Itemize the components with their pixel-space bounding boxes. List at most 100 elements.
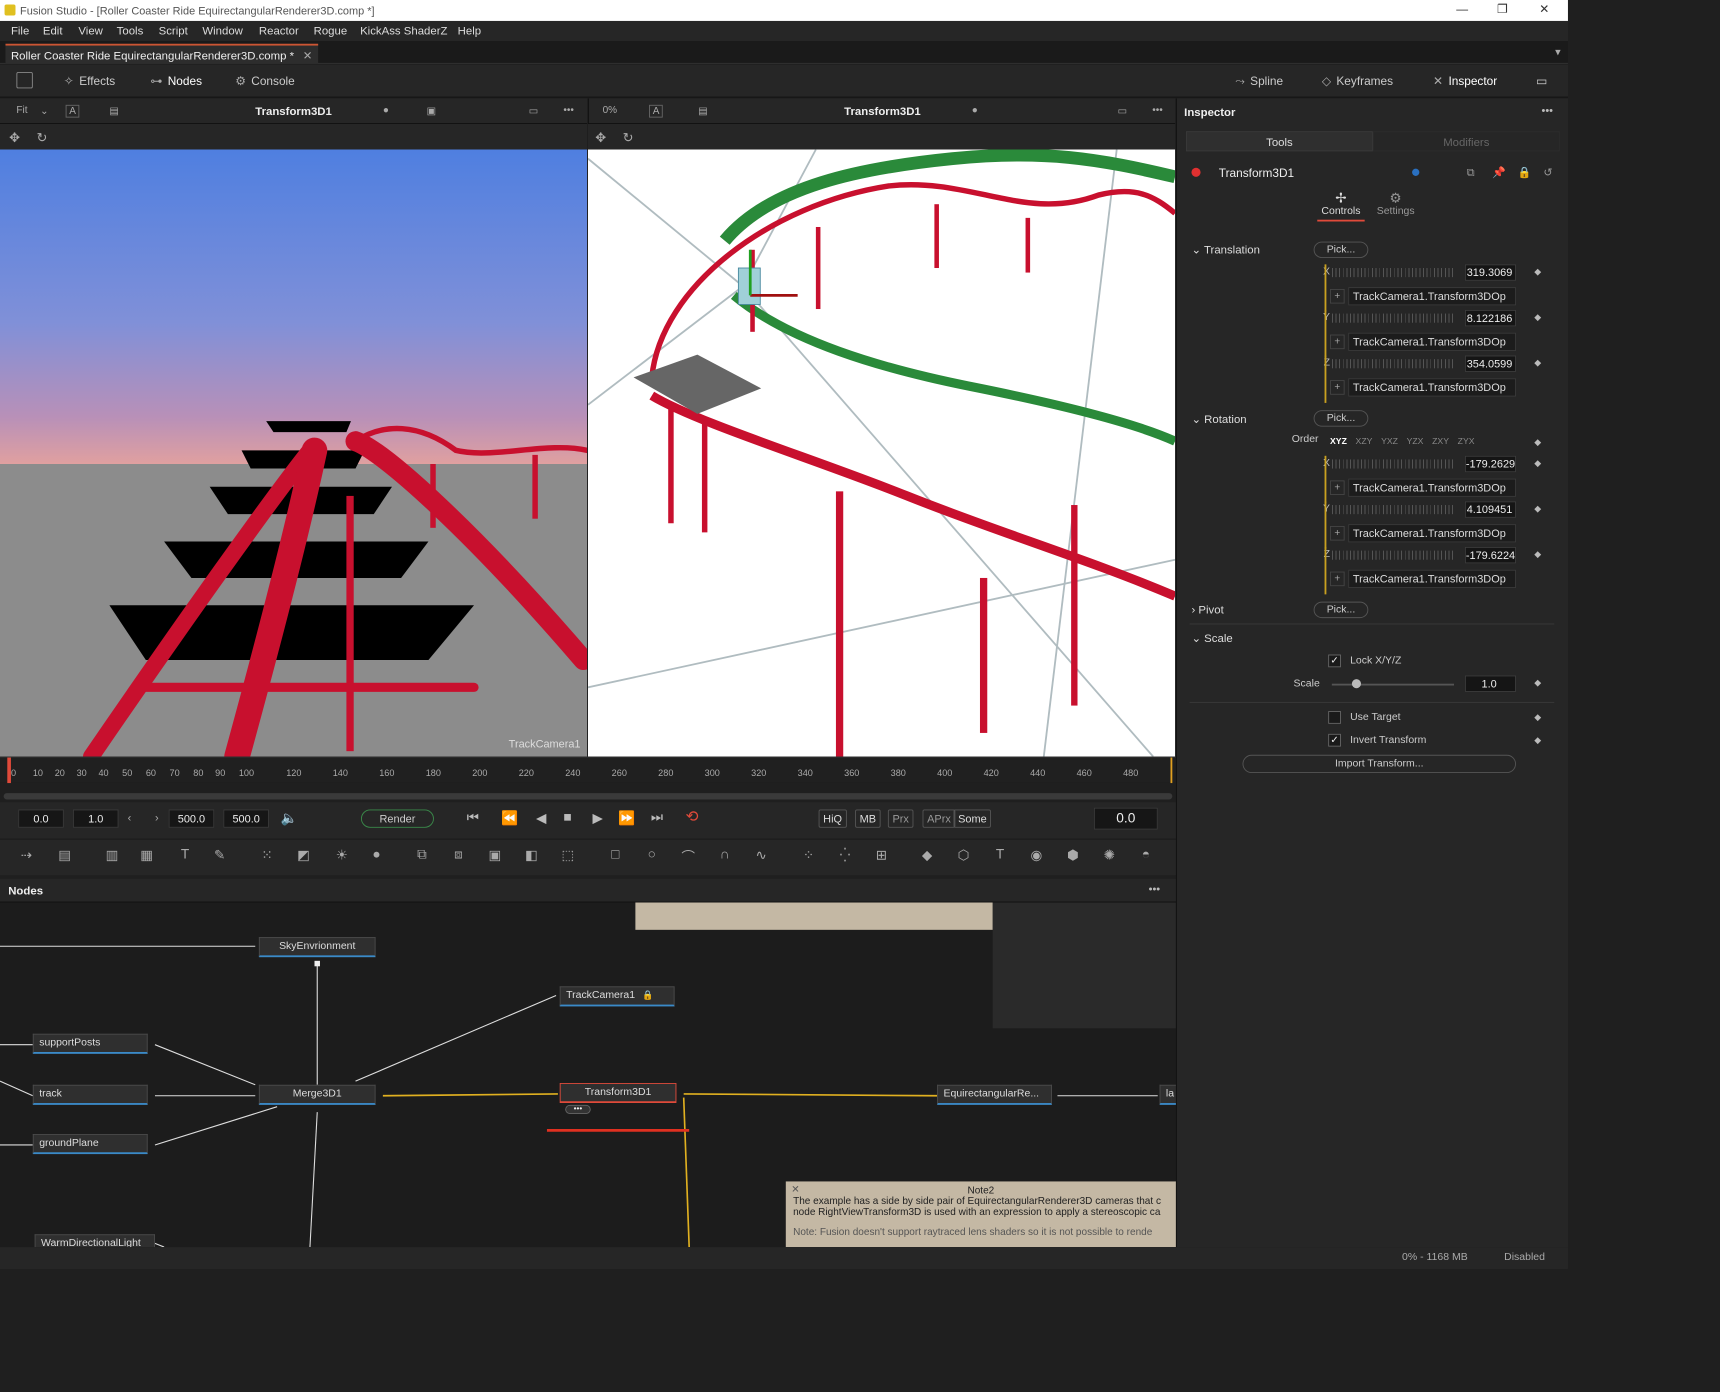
order-xyz-button[interactable]: XYZ	[1330, 437, 1347, 447]
expand-icon[interactable]: +	[1330, 480, 1345, 495]
note-panel[interactable]: ✕ Note2 The example has a side by side p…	[785, 1181, 1176, 1248]
display-icon[interactable]: ▤	[109, 105, 118, 117]
go-to-start-icon[interactable]: ⏮	[467, 810, 479, 825]
menu-reactor[interactable]: Reactor	[259, 25, 299, 38]
translation-section[interactable]: ⌄ Translation	[1191, 242, 1259, 256]
expand-icon[interactable]: +	[1330, 571, 1345, 587]
timeline-scrollbar[interactable]	[3, 793, 1173, 800]
play-reverse-icon[interactable]: ◀	[536, 810, 547, 825]
rotate-y-expression[interactable]: TrackCamera1.Transform3DOp	[1348, 524, 1516, 543]
invert-transform-checkbox[interactable]: ✓	[1328, 733, 1341, 747]
rotation-pick-button[interactable]: Pick...	[1313, 410, 1369, 427]
menu-rogue[interactable]: Rogue	[314, 25, 348, 38]
prender-tool-icon[interactable]: ⁛	[835, 847, 855, 867]
keyframes-button[interactable]: ◇ Keyframes	[1322, 74, 1393, 89]
node-ground-plane[interactable]: groundPlane	[32, 1134, 148, 1155]
nodes-button[interactable]: ⊶ Nodes	[150, 74, 202, 89]
current-time-field[interactable]: 0.0	[1093, 807, 1158, 830]
rotate-z-field[interactable]: -179.6224	[1464, 546, 1516, 564]
document-tab[interactable]: Roller Coaster Ride EquirectangularRende…	[5, 43, 318, 64]
translate-y-expression[interactable]: TrackCamera1.Transform3DOp	[1348, 332, 1516, 351]
frame-icon[interactable]: ▭	[1118, 105, 1127, 117]
node-options-icon[interactable]: •••	[565, 1104, 591, 1114]
rotate-z-expression[interactable]: TrackCamera1.Transform3DOp	[1348, 569, 1516, 588]
global-end-field[interactable]: 500.0	[223, 809, 269, 828]
merge-tool-icon[interactable]: ⧉	[412, 847, 432, 867]
keyframe-icon[interactable]: ◆	[1534, 550, 1541, 560]
keyframe-icon[interactable]: ◆	[1534, 678, 1541, 688]
step-field[interactable]: 1.0	[72, 809, 119, 828]
keyframe-icon[interactable]: ◆	[1534, 358, 1541, 368]
fit-dropdown[interactable]: Fit	[16, 105, 27, 116]
keyframe-icon[interactable]: ◆	[1534, 459, 1541, 469]
start-time-field[interactable]: 0.0	[18, 809, 64, 828]
zoom-dropdown[interactable]: 0%	[603, 105, 618, 116]
time-ruler[interactable]: 0 10 20 30 40 50 60 70 80 90 100 120 140…	[0, 756, 1176, 784]
translate-z-slider[interactable]	[1331, 359, 1455, 369]
order-yzx-button[interactable]: YZX	[1407, 437, 1424, 447]
expand-icon[interactable]: +	[1330, 380, 1345, 395]
prx-button[interactable]: Prx	[887, 809, 914, 828]
step-back-icon[interactable]: ‹	[128, 811, 132, 824]
node-equirectangular[interactable]: EquirectangularRe...	[937, 1084, 1052, 1105]
import-transform-button[interactable]: Import Transform...	[1242, 754, 1516, 774]
pivot-pick-button[interactable]: Pick...	[1313, 601, 1369, 619]
translate-y-slider[interactable]	[1331, 313, 1455, 323]
spline-button[interactable]: ⤳ Spline	[1235, 74, 1283, 89]
light-tool-icon[interactable]: ☀	[332, 847, 352, 867]
maximize-icon[interactable]: ❐	[1493, 2, 1511, 18]
console-button[interactable]: ⚙ Console	[235, 74, 295, 89]
menu-kickass-shaderz[interactable]: KickAss ShaderZ	[360, 25, 447, 38]
lock-xyz-checkbox[interactable]: ✓	[1328, 654, 1341, 668]
more-options-icon[interactable]: •••	[1542, 104, 1553, 117]
curves-tool-icon[interactable]: ◩	[294, 847, 314, 867]
node-graph[interactable]: SkyEnvrionment TrackCamera1 🔒 supportPost…	[0, 902, 1176, 1248]
some-button[interactable]: Some	[953, 809, 992, 828]
version-dot-icon[interactable]	[1412, 168, 1420, 176]
chevron-down-icon[interactable]: ▾	[1555, 46, 1560, 59]
mask-tool-icon[interactable]: ▣	[485, 847, 505, 867]
paint-tool-icon[interactable]: ✎	[210, 847, 230, 867]
tools-tab[interactable]: Tools	[1185, 131, 1373, 152]
text-tool-icon[interactable]: T	[175, 847, 195, 867]
rotate-z-slider[interactable]	[1331, 550, 1455, 560]
bspline-tool-icon[interactable]: ∩	[715, 847, 735, 867]
rotate-x-slider[interactable]	[1331, 459, 1455, 469]
menu-script[interactable]: Script	[159, 25, 188, 38]
order-zxy-button[interactable]: ZXY	[1432, 437, 1449, 447]
wave-tool-icon[interactable]: ∿	[751, 847, 771, 867]
effects-button[interactable]: ✧ Effects	[64, 74, 115, 89]
close-tab-icon[interactable]: ✕	[303, 49, 313, 62]
close-icon[interactable]: ✕	[1535, 2, 1553, 18]
rotation-section[interactable]: ⌄ Rotation	[1191, 412, 1246, 426]
rotate-x-expression[interactable]: TrackCamera1.Transform3DOp	[1348, 478, 1516, 497]
lock-icon[interactable]: 🔒	[642, 987, 653, 1004]
keyframe-icon[interactable]: ◆	[1534, 438, 1541, 448]
menu-file[interactable]: File	[11, 25, 29, 38]
end-time-field[interactable]: 500.0	[168, 809, 215, 828]
channel-a-icon[interactable]: A	[65, 104, 80, 118]
go-to-end-icon[interactable]: ⏭	[651, 810, 663, 825]
channel-a-icon[interactable]: A	[649, 104, 664, 118]
order-zyx-button[interactable]: ZYX	[1458, 437, 1475, 447]
order-xzy-button[interactable]: XZY	[1356, 437, 1373, 447]
move-icon[interactable]: ✥	[9, 130, 20, 145]
frame-icon[interactable]: ▭	[529, 105, 538, 117]
expand-icon[interactable]: +	[1330, 525, 1345, 541]
step-forward-icon[interactable]: ›	[155, 811, 159, 824]
ellipse-tool-icon[interactable]: ○	[642, 847, 662, 867]
polygon-tool-icon[interactable]: ⌒	[678, 847, 698, 867]
speaker-icon[interactable]: 🔈	[281, 810, 298, 825]
shape3d-tool-icon[interactable]: ◆	[917, 847, 937, 867]
menu-tools[interactable]: Tools	[117, 25, 144, 38]
scale-field[interactable]: 1.0	[1464, 675, 1516, 692]
pivot-section[interactable]: › Pivot	[1191, 603, 1223, 616]
blur-tool-icon[interactable]: ▦	[137, 847, 157, 867]
rotate-y-field[interactable]: 4.109451	[1464, 501, 1516, 518]
translate-x-slider[interactable]	[1331, 268, 1455, 278]
translate-z-field[interactable]: 354.0599	[1464, 355, 1516, 372]
transform-tool-icon[interactable]: ⧈	[449, 847, 469, 867]
text3d-tool-icon[interactable]: T	[990, 847, 1010, 867]
node-support-posts[interactable]: supportPosts	[32, 1033, 148, 1054]
menu-view[interactable]: View	[78, 25, 102, 38]
